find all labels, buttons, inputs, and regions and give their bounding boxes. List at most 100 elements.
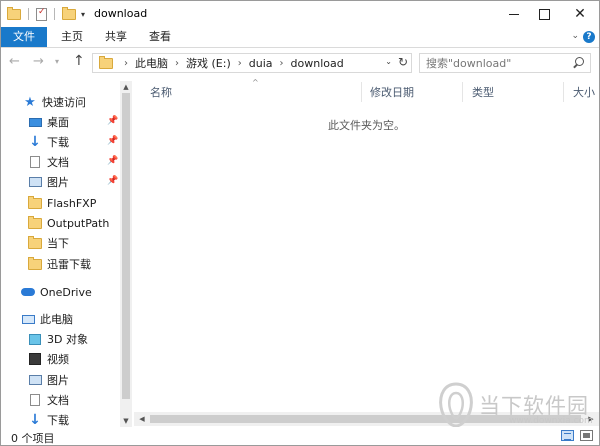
recent-locations-chevron-icon[interactable]: ▾ xyxy=(55,57,59,66)
scroll-left-icon[interactable]: ◀ xyxy=(136,412,148,426)
breadcrumb-drive-e[interactable]: 游戏 (E:) xyxy=(186,55,231,71)
search-box[interactable] xyxy=(419,53,591,73)
maximize-button[interactable] xyxy=(528,1,560,27)
column-header-date-modified[interactable]: 修改日期 xyxy=(370,84,414,100)
search-input[interactable] xyxy=(426,55,566,71)
column-header-name[interactable]: 名称 xyxy=(150,84,172,100)
sidebar-item-desktop[interactable]: 桌面 xyxy=(28,113,69,131)
sidebar-item-dangxia[interactable]: 当下 xyxy=(28,234,69,252)
sidebar-item-pc-pictures[interactable]: 图片 xyxy=(28,371,69,389)
qat-separator xyxy=(28,8,29,20)
customize-qat-chevron-icon[interactable]: ▾ xyxy=(81,10,85,19)
pin-icon: 📌 xyxy=(107,176,119,186)
sidebar-item-onedrive[interactable]: OneDrive xyxy=(21,283,92,301)
folder-icon xyxy=(99,55,113,69)
forward-arrow-icon[interactable]: → xyxy=(33,54,44,69)
sidebar-item-videos[interactable]: 视频 xyxy=(28,350,69,368)
pin-icon: 📌 xyxy=(107,116,119,126)
file-list[interactable]: ^ 名称 修改日期 类型 大小 此文件夹为空。 ◀ ▶ xyxy=(134,78,599,427)
sidebar-item-label: 图片 xyxy=(47,374,69,387)
minimize-button[interactable] xyxy=(498,1,530,27)
up-arrow-icon[interactable]: ↑ xyxy=(73,53,85,69)
maximize-icon xyxy=(538,8,550,20)
sidebar-item-label: 文档 xyxy=(47,156,69,169)
pictures-icon xyxy=(28,175,42,189)
breadcrumb-download[interactable]: download xyxy=(291,57,344,70)
breadcrumb-separator-icon[interactable]: › xyxy=(124,58,128,69)
3d-objects-icon xyxy=(28,332,42,346)
pin-icon: 📌 xyxy=(107,156,119,166)
sidebar-item-label: 迅雷下载 xyxy=(47,258,91,271)
sidebar-item-documents[interactable]: 文档 xyxy=(28,153,69,171)
navigation-pane-scrollbar[interactable]: ▲ ▼ xyxy=(120,81,132,427)
tab-file[interactable]: 文件 xyxy=(1,27,47,47)
minimize-icon xyxy=(509,13,519,15)
new-folder-icon[interactable] xyxy=(62,6,76,20)
sort-ascending-icon: ^ xyxy=(252,78,259,87)
properties-icon[interactable] xyxy=(36,7,47,21)
refresh-icon[interactable]: ↻ xyxy=(398,55,408,69)
column-header-type[interactable]: 类型 xyxy=(472,84,494,100)
navigation-pane: ★ 快速访问 桌面 📌 ↓ 下载 📌 文档 📌 图片 📌 FlashFXP Ou… xyxy=(1,81,133,427)
sidebar-item-label: FlashFXP xyxy=(47,196,97,210)
scrollbar-thumb[interactable] xyxy=(122,93,130,399)
this-pc-icon xyxy=(21,312,35,326)
breadcrumb-separator-icon[interactable]: › xyxy=(175,58,179,69)
item-count: 0 个项目 xyxy=(11,432,55,445)
column-divider[interactable] xyxy=(462,82,463,102)
sidebar-item-label: 图片 xyxy=(47,176,69,189)
close-icon: ✕ xyxy=(574,6,586,22)
sidebar-item-pc-downloads[interactable]: ↓ 下载 xyxy=(28,411,69,427)
onedrive-icon xyxy=(21,285,35,299)
sidebar-item-label: 快速访问 xyxy=(42,96,86,109)
desktop-icon xyxy=(28,115,42,129)
folder-icon xyxy=(28,215,42,230)
tab-home[interactable]: 主页 xyxy=(61,27,83,47)
watermark-logo-icon xyxy=(439,382,473,428)
sidebar-item-label: 此电脑 xyxy=(40,313,73,326)
column-header-size[interactable]: 大小 xyxy=(573,84,595,100)
sidebar-item-label: 文档 xyxy=(47,394,69,407)
search-icon[interactable] xyxy=(575,57,584,66)
sidebar-item-pc-documents[interactable]: 文档 xyxy=(28,391,69,409)
address-history-chevron-icon[interactable]: ⌄ xyxy=(385,57,392,66)
sidebar-item-xunlei-downloads[interactable]: 迅雷下载 xyxy=(28,255,91,273)
column-divider[interactable] xyxy=(563,82,564,102)
sidebar-item-3d-objects[interactable]: 3D 对象 xyxy=(28,330,88,348)
scroll-up-icon[interactable]: ▲ xyxy=(120,81,132,93)
address-bar[interactable]: › 此电脑 › 游戏 (E:) › duia › download ⌄ ↻ xyxy=(92,53,412,73)
sidebar-item-pictures[interactable]: 图片 xyxy=(28,173,69,191)
sidebar-item-label: OutputPath xyxy=(47,216,110,230)
tab-view[interactable]: 查看 xyxy=(149,27,171,47)
close-button[interactable]: ✕ xyxy=(564,1,596,27)
large-icons-view-icon[interactable] xyxy=(580,430,593,441)
expand-ribbon-chevron-icon[interactable]: ⌄ xyxy=(571,31,579,41)
scroll-down-icon[interactable]: ▼ xyxy=(120,415,132,427)
sidebar-item-label: OneDrive xyxy=(40,285,92,299)
breadcrumb-separator-icon[interactable]: › xyxy=(238,58,242,69)
sidebar-item-label: 当下 xyxy=(47,237,69,250)
sidebar-item-downloads[interactable]: ↓ 下载 xyxy=(28,133,69,151)
folder-icon xyxy=(28,256,42,271)
column-divider[interactable] xyxy=(361,82,362,102)
pin-icon: 📌 xyxy=(107,136,119,146)
help-icon[interactable]: ? xyxy=(583,31,595,43)
tab-share[interactable]: 共享 xyxy=(105,27,127,47)
sidebar-item-this-pc[interactable]: 此电脑 xyxy=(21,310,73,328)
back-arrow-icon[interactable]: ← xyxy=(9,54,20,69)
explorer-window: ▾ download ✕ 文件 主页 共享 查看 ⌄ ? ← → ▾ ↑ › 此… xyxy=(0,0,600,446)
sidebar-item-label: 下载 xyxy=(47,414,69,427)
star-icon: ★ xyxy=(24,94,36,110)
download-arrow-icon: ↓ xyxy=(29,134,41,150)
breadcrumb-duia[interactable]: duia xyxy=(249,57,273,70)
details-view-icon[interactable] xyxy=(561,430,574,441)
breadcrumb-separator-icon[interactable]: › xyxy=(280,58,284,69)
breadcrumb-this-pc[interactable]: 此电脑 xyxy=(135,55,168,71)
videos-icon xyxy=(28,352,42,366)
ribbon-tabs: 文件 主页 共享 查看 ⌄ ? xyxy=(1,27,599,48)
title-bar: ▾ download ✕ xyxy=(1,1,599,27)
quick-access-toolbar: ▾ xyxy=(7,6,85,22)
sidebar-item-flashfxp[interactable]: FlashFXP xyxy=(28,194,96,212)
sidebar-item-quick-access[interactable]: ★ 快速访问 xyxy=(23,93,86,111)
sidebar-item-outputpath[interactable]: OutputPath xyxy=(28,214,109,232)
